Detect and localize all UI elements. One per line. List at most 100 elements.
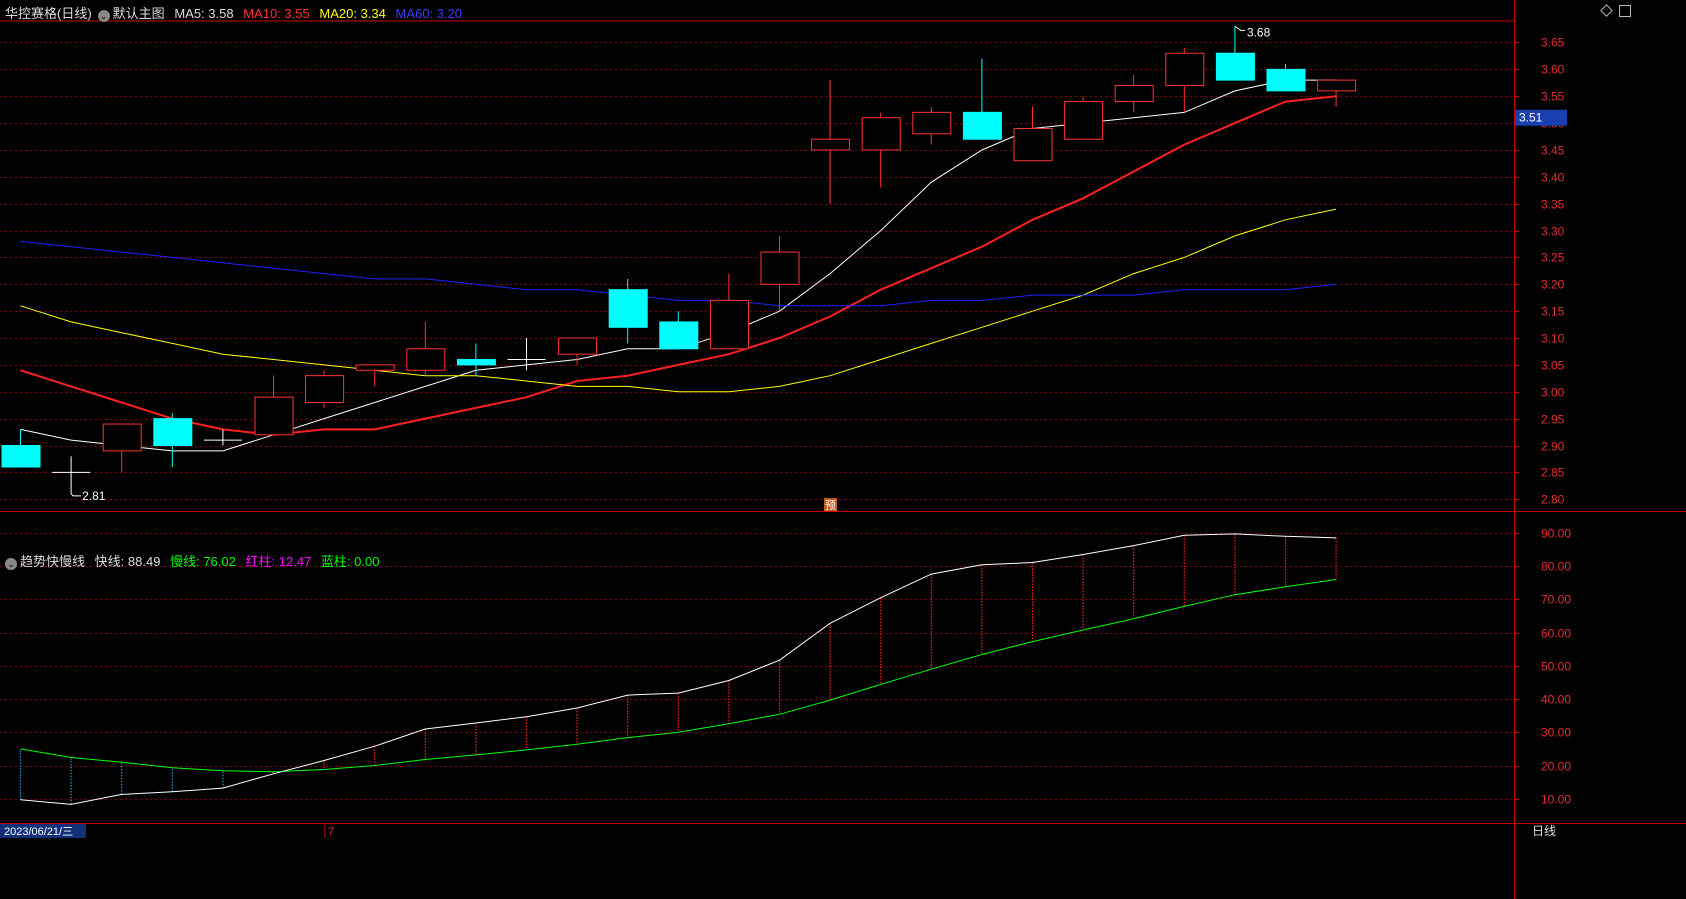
candle <box>811 80 851 204</box>
candle <box>254 375 294 436</box>
candle <box>1064 96 1104 140</box>
candle <box>1 429 41 468</box>
y-tick-label: 3.35 <box>1541 198 1565 212</box>
y-tick-label: 3.30 <box>1541 225 1565 239</box>
indicator-name[interactable]: 趋势快慢线 <box>20 554 85 569</box>
candle-body <box>861 117 901 151</box>
slow-value: 76.02 <box>203 554 236 569</box>
template-name[interactable]: 默认主图 <box>113 6 165 21</box>
candle-body <box>456 359 496 366</box>
y-tick-label: 3.00 <box>1541 386 1565 400</box>
ma10-line <box>20 95 1337 436</box>
candle <box>153 413 193 468</box>
y-tick-label: 3.20 <box>1541 278 1565 292</box>
candle <box>102 423 142 473</box>
price-tag-label: 3.51 <box>1519 111 1543 125</box>
candle-body <box>355 364 395 371</box>
indicator-header: ⌄ 趋势快慢线 快线: 88.49 慢线: 76.02 红柱: 12.47 蓝柱:… <box>5 551 379 570</box>
low-marker-label: 2.81 <box>82 489 106 503</box>
chevron-down-icon[interactable]: ⌄ <box>97 10 110 22</box>
y-tick-label: 3.10 <box>1541 332 1565 346</box>
stock-chart[interactable]: 2.80 2.85 2.90 2.95 3.00 3.05 3.10 3.15 3.20 3.25… <box>0 0 1686 899</box>
blue-bar-value: 0.00 <box>354 554 380 569</box>
y-tick-label: 3.65 <box>1541 36 1565 50</box>
ma60-value: 3.20 <box>436 6 463 21</box>
y-tick-label: 80.00 <box>1541 560 1571 574</box>
candle <box>760 235 800 312</box>
y-tick-label: 3.60 <box>1541 63 1565 77</box>
candle-body <box>811 138 851 151</box>
y-tick-label: 60.00 <box>1541 627 1571 641</box>
y-tick-label: 40.00 <box>1541 693 1571 707</box>
candle-body <box>709 299 749 350</box>
candle-body <box>558 337 598 355</box>
ma60-label: MA60: <box>395 6 434 21</box>
candle-body <box>406 348 446 371</box>
candle-body <box>1013 127 1053 162</box>
candle-body <box>1064 101 1104 140</box>
candle <box>912 106 952 145</box>
candle <box>305 370 345 408</box>
fast-value: 88.49 <box>127 554 161 569</box>
candle <box>406 321 446 376</box>
stock-name[interactable]: 华控赛格(日线) <box>5 6 92 21</box>
ma20-label: MA20: <box>319 6 357 21</box>
chevron-down-icon[interactable]: ⌄ <box>5 558 17 570</box>
candle-body <box>1215 52 1255 81</box>
y-tick-label: 30.00 <box>1541 726 1571 740</box>
maximize-icon[interactable] <box>1619 5 1631 17</box>
candle <box>355 364 395 387</box>
candle-body <box>659 321 699 350</box>
ma10-label: MA10: <box>243 6 281 21</box>
y-tick-label: 20.00 <box>1541 760 1571 774</box>
ma60-line <box>20 240 1337 307</box>
y-tick-label: 3.40 <box>1541 171 1565 185</box>
ma5-line <box>20 79 1337 452</box>
y-tick-label: 2.85 <box>1541 466 1565 480</box>
y-tick-label: 3.55 <box>1541 90 1565 104</box>
high-marker-label: 3.68 <box>1247 25 1271 39</box>
candle <box>1013 106 1053 162</box>
candle <box>659 311 699 350</box>
candle <box>1317 79 1357 107</box>
period-label: 日线 <box>1532 824 1556 838</box>
candle-body <box>1 445 41 468</box>
y-tick-label: 3.15 <box>1541 305 1565 319</box>
y-tick-label: 2.80 <box>1541 493 1565 507</box>
candle-body <box>153 418 193 447</box>
candle-body <box>305 375 345 404</box>
candle-body <box>1317 79 1357 92</box>
candle <box>456 343 496 376</box>
y-tick-label: 3.25 <box>1541 251 1565 265</box>
pre-marker-label: 预 <box>825 499 836 512</box>
high-marker-arrow <box>1234 25 1245 31</box>
y-tick-label: 50.00 <box>1541 660 1571 674</box>
blue-bar-label: 蓝柱: <box>320 554 351 569</box>
ma5-value: 3.58 <box>208 6 234 21</box>
low-marker-arrow <box>70 493 82 497</box>
candle <box>962 58 1002 140</box>
candle <box>861 112 901 188</box>
fast-line <box>20 533 1337 805</box>
y-tick-label: 70.00 <box>1541 593 1571 607</box>
y-tick-label: 2.90 <box>1541 440 1565 454</box>
candle-body <box>760 251 800 285</box>
slow-label: 慢线: <box>170 554 200 569</box>
candle <box>1114 74 1154 113</box>
candle-body <box>1165 52 1205 86</box>
candle-body <box>1266 68 1306 92</box>
y-tick-label: 3.45 <box>1541 144 1565 158</box>
candle <box>507 338 546 371</box>
candle <box>1165 47 1205 113</box>
y-tick-label: 2.95 <box>1541 413 1565 427</box>
candle-body <box>102 423 142 452</box>
candle-body <box>608 289 648 328</box>
candle-body <box>912 111 952 135</box>
y-tick-label: 10.00 <box>1541 793 1571 807</box>
month-marker: 7 <box>328 826 334 838</box>
fast-label: 快线: <box>94 554 125 569</box>
main-header: 华控赛格(日线) ⌄ 默认主图 MA5: 3.58 MA10: 3.55 MA20:… <box>5 3 462 22</box>
candle-body <box>254 396 294 436</box>
slow-line <box>20 579 1337 773</box>
red-bar-label: 红柱: <box>245 554 276 569</box>
